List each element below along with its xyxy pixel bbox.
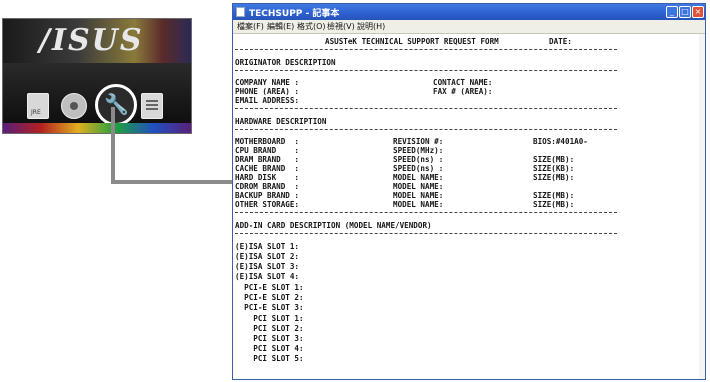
- hw-label: OTHER STORAGE:: [235, 200, 300, 209]
- slot-label: PCI-E SLOT 1:: [235, 283, 304, 292]
- hw-extra: SIZE(MB):: [533, 155, 575, 164]
- connector-line-vertical: [111, 107, 115, 183]
- wrench-glyph: 🔧: [104, 92, 129, 116]
- menu-file[interactable]: 檔案(F): [237, 21, 264, 32]
- hw-label: MOTHERBOARD :: [235, 137, 300, 146]
- contact-name-label: CONTACT NAME:: [433, 78, 493, 87]
- hw-extra: SIZE(KB):: [533, 164, 575, 173]
- slot-label: PCI SLOT 4:: [235, 344, 304, 353]
- slot-label: PCI-E SLOT 3:: [235, 303, 304, 312]
- document-icon[interactable]: [141, 93, 163, 119]
- hw-label: CPU BRAND :: [235, 146, 300, 155]
- hardware-heading: HARDWARE DESCRIPTION: [235, 117, 327, 126]
- divider: [235, 70, 617, 72]
- asus-logo: /ISUS: [39, 23, 144, 58]
- menu-banner: /ISUS: [3, 19, 191, 63]
- close-button[interactable]: ×: [692, 6, 704, 18]
- window-title: TECHSUPP - 記事本: [249, 9, 340, 19]
- slot-label: PCI SLOT 5:: [235, 354, 304, 363]
- menu-format[interactable]: 格式(O): [297, 21, 326, 32]
- menu-help[interactable]: 說明(H): [357, 21, 385, 32]
- form-date-label: DATE:: [549, 37, 572, 46]
- title-bar[interactable]: TECHSUPP - 記事本 _ □ ×: [233, 4, 705, 20]
- wrench-icon[interactable]: 🔧: [95, 84, 137, 126]
- menu-edit[interactable]: 編輯(E): [267, 21, 294, 32]
- hw-label: DRAM BRAND :: [235, 155, 300, 164]
- hw-extra: BIOS:#401A0-: [533, 137, 588, 146]
- minimize-button[interactable]: _: [666, 6, 678, 18]
- jre-icon[interactable]: JRE: [27, 93, 49, 119]
- hw-field: SPEED(ns) :: [393, 164, 444, 173]
- slot-label: (E)ISA SLOT 1:: [235, 242, 300, 251]
- menu-view[interactable]: 檢視(V): [327, 21, 355, 32]
- slot-label: PCI SLOT 1:: [235, 314, 304, 323]
- maximize-button[interactable]: □: [679, 6, 691, 18]
- notepad-icon: [236, 7, 245, 17]
- hw-label: BACKUP BRAND :: [235, 191, 300, 200]
- hw-extra: SIZE(MB):: [533, 173, 575, 182]
- divider: [235, 49, 617, 51]
- hw-field: MODEL NAME:: [393, 182, 444, 191]
- hw-field: SPEED(ns) :: [393, 155, 444, 164]
- fax-label: FAX # (AREA):: [433, 87, 493, 96]
- hw-field: SPEED(MHz):: [393, 146, 444, 155]
- vertical-scrollbar[interactable]: [699, 34, 705, 379]
- disc-icon[interactable]: [61, 93, 87, 119]
- hw-label: HARD DISK :: [235, 173, 300, 182]
- hw-field: MODEL NAME:: [393, 200, 444, 209]
- notepad-window: TECHSUPP - 記事本 _ □ × 檔案(F) 編輯(E) 格式(O) 檢…: [232, 3, 706, 380]
- hw-field: MODEL NAME:: [393, 173, 444, 182]
- slot-label: PCI SLOT 3:: [235, 334, 304, 343]
- hw-extra: SIZE(MB):: [533, 200, 575, 209]
- asus-cd-menu: /ISUS JRE 🔧: [2, 18, 192, 134]
- slot-label: (E)ISA SLOT 2:: [235, 252, 300, 261]
- slot-label: (E)ISA SLOT 4:: [235, 272, 300, 281]
- text-area[interactable]: ASUSTeK TECHNICAL SUPPORT REQUEST FORM D…: [233, 34, 705, 379]
- divider: [235, 233, 617, 235]
- phone-label: PHONE (AREA) :: [235, 87, 300, 96]
- slot-label: (E)ISA SLOT 3:: [235, 262, 300, 271]
- email-label: EMAIL ADDRESS:: [235, 96, 300, 105]
- slot-label: PCI-E SLOT 2:: [235, 293, 304, 302]
- company-name-label: COMPANY NAME :: [235, 78, 300, 87]
- addon-heading: ADD-IN CARD DESCRIPTION (MODEL NAME/VEND…: [235, 221, 432, 230]
- jre-icon-label: JRE: [31, 109, 41, 116]
- slot-label: PCI SLOT 2:: [235, 324, 304, 333]
- divider: [235, 108, 617, 110]
- document-lines: [146, 100, 158, 102]
- form-title: ASUSTeK TECHNICAL SUPPORT REQUEST FORM: [325, 37, 499, 46]
- hw-label: CDROM BRAND :: [235, 182, 300, 191]
- color-stripe: [3, 123, 191, 133]
- divider: [235, 212, 617, 214]
- divider: [235, 129, 617, 131]
- hw-field: REVISION #:: [393, 137, 444, 146]
- connector-line-horizontal: [111, 180, 235, 184]
- hw-label: CACHE BRAND :: [235, 164, 300, 173]
- hw-extra: SIZE(MB):: [533, 191, 575, 200]
- originator-heading: ORIGINATOR DESCRIPTION: [235, 58, 336, 67]
- menu-bar: 檔案(F) 編輯(E) 格式(O) 檢視(V) 說明(H): [233, 20, 705, 34]
- hw-field: MODEL NAME:: [393, 191, 444, 200]
